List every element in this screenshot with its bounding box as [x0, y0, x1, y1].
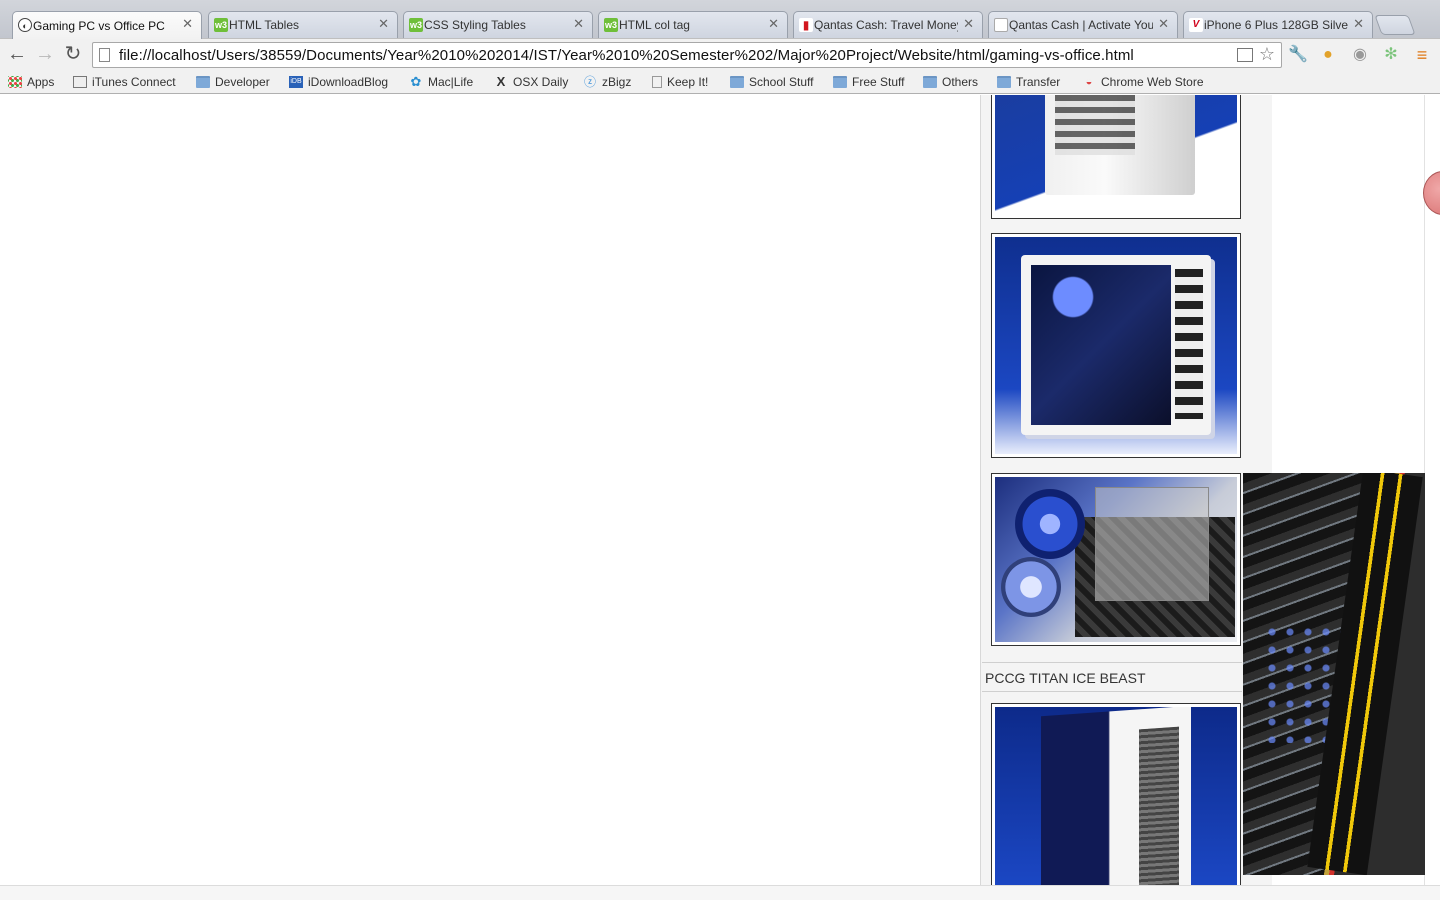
- page-viewport: PCCG TITAN ICE BEAST: [0, 95, 1440, 900]
- page-icon: [99, 48, 110, 62]
- w3schools-icon: w3: [214, 18, 228, 32]
- bookmark-developer[interactable]: Developer: [196, 73, 270, 91]
- reader-icon[interactable]: [1237, 48, 1253, 62]
- close-icon[interactable]: ✕: [768, 16, 779, 32]
- tab-qantas-cash-travel[interactable]: ▮ Qantas Cash: Travel Money ✕: [793, 11, 983, 38]
- x-icon: X: [496, 74, 506, 89]
- maclife-icon: ✿: [410, 74, 422, 89]
- close-icon[interactable]: ✕: [1158, 16, 1169, 32]
- menu-icon[interactable]: ≡: [1412, 45, 1432, 65]
- bookmark-label: Chrome Web Store: [1101, 75, 1204, 89]
- tab-title: iPhone 6 Plus 128GB Silver: [1204, 18, 1348, 32]
- tab-title: Qantas Cash: Travel Money: [814, 18, 958, 32]
- close-icon[interactable]: ✕: [573, 16, 584, 32]
- bookmark-label: iDownloadBlog: [308, 75, 389, 89]
- floating-button[interactable]: [1423, 171, 1440, 215]
- bookmark-transfer[interactable]: Transfer: [997, 73, 1060, 91]
- pc-image-thumbnail[interactable]: [991, 233, 1241, 458]
- pc-case-image: [995, 95, 1237, 215]
- tab-iphone-6-plus[interactable]: V iPhone 6 Plus 128GB Silver ✕: [1183, 11, 1373, 38]
- tab-title: CSS Styling Tables: [424, 18, 526, 32]
- zoom-lens[interactable]: [1095, 487, 1209, 601]
- chrome-store-icon: ◒: [1085, 76, 1093, 88]
- w3schools-icon: w3: [604, 18, 618, 32]
- bookmark-maclife[interactable]: ✿ Mac|Life: [409, 73, 474, 91]
- bookmark-free-stuff[interactable]: Free Stuff: [833, 73, 904, 91]
- bookmark-idownloadblog[interactable]: iDB iDownloadBlog: [289, 73, 388, 91]
- reload-icon[interactable]: ↻: [62, 43, 84, 65]
- bookmark-zbigz[interactable]: ⓩ zBigz: [583, 73, 631, 91]
- folder-icon: [923, 76, 937, 88]
- tab-strip: ◐ Gaming PC vs Office PC ✕ w3 HTML Table…: [0, 0, 1440, 39]
- tab-qantas-cash-activate[interactable]: Qantas Cash | Activate Your ✕: [988, 11, 1178, 38]
- product-title: PCCG TITAN ICE BEAST: [982, 662, 1242, 692]
- bookmark-label: Others: [942, 75, 979, 89]
- bookmark-label: School Stuff: [749, 75, 814, 89]
- pc-image-thumbnail[interactable]: [991, 95, 1241, 219]
- bookmark-label: Free Stuff: [852, 75, 905, 89]
- itunes-icon: [73, 76, 87, 88]
- folder-icon: [833, 76, 847, 88]
- tab-gaming-pc[interactable]: ◐ Gaming PC vs Office PC ✕: [12, 11, 202, 39]
- back-icon[interactable]: ←: [6, 43, 28, 65]
- bookmark-star-icon[interactable]: ☆: [1259, 44, 1275, 65]
- zbigz-icon: ⓩ: [583, 75, 596, 89]
- folder-icon: [997, 76, 1011, 88]
- bookmark-label: Apps: [27, 75, 55, 89]
- bookmark-label: Transfer: [1016, 75, 1061, 89]
- tab-html-tables[interactable]: w3 HTML Tables ✕: [208, 11, 398, 38]
- close-icon[interactable]: ✕: [378, 16, 389, 32]
- tab-title: HTML Tables: [229, 18, 300, 32]
- virgin-icon: V: [1189, 18, 1203, 32]
- tab-title: HTML col tag: [619, 18, 690, 32]
- bookmark-label: iTunes Connect: [92, 75, 176, 89]
- qantas-icon: ▮: [799, 18, 813, 32]
- bookmark-label: Developer: [215, 75, 270, 89]
- address-bar[interactable]: file://localhost/Users/38559/Documents/Y…: [92, 42, 1282, 68]
- wrench-icon[interactable]: 🔧: [1288, 45, 1308, 65]
- toolbar: ← → ↻ file://localhost/Users/38559/Docum…: [0, 38, 1440, 70]
- bookmark-osx-daily[interactable]: X OSX Daily: [494, 73, 569, 91]
- tab-html-col-tag[interactable]: w3 HTML col tag ✕: [598, 11, 788, 38]
- tab-css-styling-tables[interactable]: w3 CSS Styling Tables ✕: [403, 11, 593, 38]
- bookmark-others[interactable]: Others: [923, 73, 978, 91]
- tab-title: Gaming PC vs Office PC: [33, 18, 165, 33]
- bookmark-label: Keep It!: [667, 75, 709, 89]
- pc-case-image: [995, 707, 1237, 899]
- sync-icon[interactable]: ✻: [1381, 45, 1401, 65]
- idb-icon: iDB: [289, 76, 303, 88]
- pc-image-thumbnail[interactable]: [991, 473, 1241, 646]
- horizontal-scrollbar[interactable]: [0, 885, 1440, 900]
- close-icon[interactable]: ✕: [182, 16, 193, 32]
- w3schools-icon: w3: [409, 18, 423, 32]
- bookmarks-bar: Apps iTunes Connect Developer iDB iDownl…: [0, 70, 1440, 94]
- pc-case-image: [995, 237, 1237, 454]
- url-text[interactable]: file://localhost/Users/38559/Documents/Y…: [119, 47, 1134, 64]
- bookmark-itunes-connect[interactable]: iTunes Connect: [73, 73, 176, 91]
- extension-cat-icon[interactable]: ●: [1318, 45, 1338, 65]
- download-icon[interactable]: ◉: [1350, 45, 1370, 65]
- document-icon: [652, 76, 662, 88]
- bookmark-label: OSX Daily: [513, 75, 569, 89]
- folder-icon: [196, 76, 210, 88]
- bookmark-label: zBigz: [602, 75, 632, 89]
- close-icon[interactable]: ✕: [1353, 16, 1364, 32]
- apps-icon: [8, 76, 22, 88]
- bookmark-chrome-web-store[interactable]: ◒ Chrome Web Store: [1082, 73, 1204, 91]
- forward-icon[interactable]: →: [34, 43, 56, 65]
- motherboard-image: [995, 477, 1237, 642]
- new-tab-button[interactable]: [1374, 15, 1416, 35]
- tab-title: Qantas Cash | Activate Your: [1009, 18, 1153, 32]
- pc-image-thumbnail[interactable]: [991, 703, 1241, 900]
- bookmark-school-stuff[interactable]: School Stuff: [730, 73, 814, 91]
- zoomed-image-preview: [1243, 473, 1425, 875]
- bookmark-keep-it[interactable]: Keep It!: [652, 73, 708, 91]
- document-icon: [994, 18, 1008, 32]
- folder-icon: [730, 76, 744, 88]
- bookmark-label: Mac|Life: [428, 75, 474, 89]
- page-icon: ◐: [18, 18, 32, 32]
- close-icon[interactable]: ✕: [963, 16, 974, 32]
- bookmark-apps[interactable]: Apps: [8, 73, 54, 91]
